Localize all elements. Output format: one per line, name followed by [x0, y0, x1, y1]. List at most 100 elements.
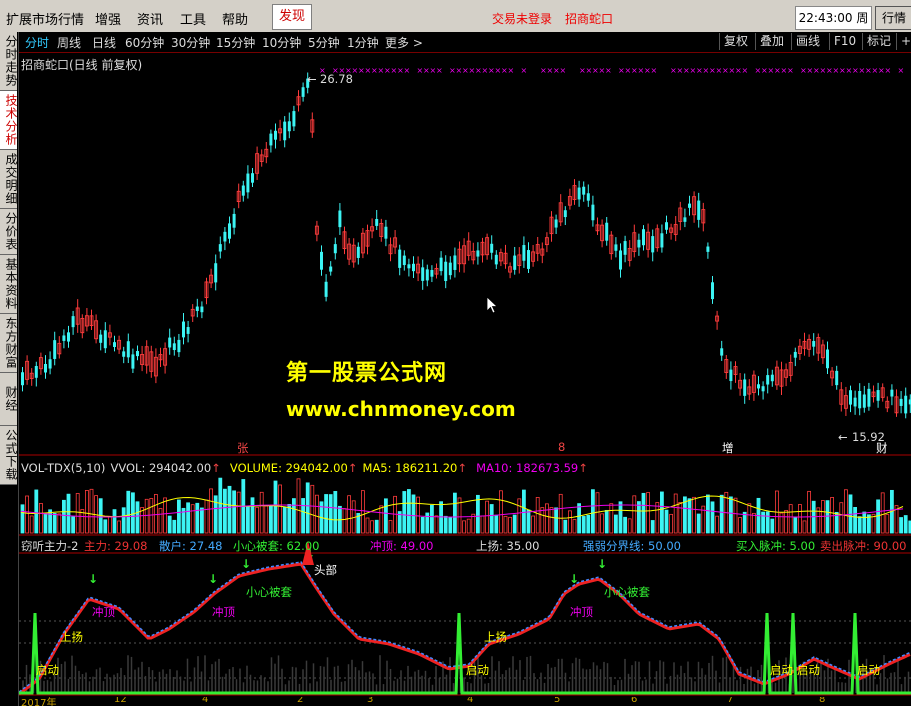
indicator-maichu: 卖出脉冲: 90.00 [820, 539, 907, 553]
kline-candle [623, 235, 627, 263]
pink-marker: × [651, 66, 658, 75]
kline-candle [370, 218, 375, 239]
volume-bar [232, 490, 237, 534]
period-30min[interactable]: 30分钟 [171, 34, 210, 51]
kline-candle [320, 245, 323, 276]
kline-candle [899, 391, 903, 414]
volume-bar [443, 515, 448, 534]
kline-candle [549, 211, 554, 242]
kline-chart[interactable]: ↓↓↓↓↓↓ ×××××××××××××××××××××××××××××××××… [19, 53, 911, 706]
kline-candle [614, 237, 618, 258]
volume-bar [466, 518, 471, 534]
volume-bar [268, 505, 273, 534]
menu-tools[interactable]: 工具 [180, 9, 206, 28]
signal-chongding-1: 冲顶 [92, 605, 115, 619]
tab-finance[interactable]: 财经 [0, 373, 18, 426]
period-week[interactable]: 周线 [57, 34, 81, 51]
tab-profile[interactable]: 基本资料 [0, 255, 18, 314]
kline-candle [572, 179, 577, 205]
stock-name-link[interactable]: 招商蛇口 [565, 10, 613, 27]
period-day[interactable]: 日线 [92, 34, 116, 51]
draw-button[interactable]: 画线 [791, 33, 824, 50]
volume-bar [108, 515, 112, 534]
volume-bar [857, 516, 862, 534]
volume-bar [452, 492, 457, 534]
volume-bar [489, 504, 494, 534]
volume-bar [604, 509, 609, 534]
volume-indicator-name[interactable]: VOL-TDX(5,10) [21, 461, 105, 475]
event-mark-2[interactable]: 8 [558, 440, 565, 454]
period-60min[interactable]: 60分钟 [125, 34, 164, 51]
period-5min[interactable]: 5分钟 [308, 34, 340, 51]
f10-button[interactable]: F10 [829, 33, 860, 50]
event-mark-3[interactable]: 增 [722, 440, 734, 456]
volume-bar [572, 519, 577, 534]
kline-candle [342, 226, 347, 255]
volume-bar [259, 491, 264, 534]
kline-candle [314, 220, 319, 242]
volume-bar [641, 492, 646, 534]
volume-bar [521, 489, 526, 534]
volume-bar [729, 496, 733, 534]
adjust-button[interactable]: 复权 [719, 33, 752, 50]
period-1min[interactable]: 1分钟 [347, 34, 379, 51]
volume-bar [255, 506, 260, 534]
mark-button[interactable]: 标记 [862, 33, 895, 50]
kline-candle [522, 236, 526, 268]
volume-bar [531, 515, 535, 534]
kline-candle [360, 228, 365, 259]
tab-price-table[interactable]: 分价表 [0, 209, 18, 255]
pink-marker: × [898, 66, 905, 75]
volume-bar [761, 511, 765, 534]
volume-bar [595, 492, 600, 534]
kline-candle [351, 238, 356, 268]
tab-technical[interactable]: 技术分析 [0, 91, 18, 150]
volume-bar [475, 494, 480, 534]
volume-bar [742, 511, 747, 534]
period-intraday[interactable]: 分时 [25, 34, 49, 51]
market-button[interactable]: 行情 [875, 6, 911, 30]
trade-login-status[interactable]: 交易未登录 [492, 10, 552, 27]
volume-bar [862, 511, 867, 534]
date-month-b: 2 [297, 697, 304, 705]
buy-arrow-icon: ↓ [569, 572, 579, 586]
indicator-name[interactable]: 窃听主力-2 [21, 538, 78, 554]
kline-candle [425, 264, 429, 287]
event-mark-4[interactable]: 财 [876, 440, 888, 456]
volume-header: VOL-TDX(5,10) VVOL: 294042.00↑ VOLUME: 2… [21, 461, 588, 475]
tab-trades[interactable]: 成交明细 [0, 150, 18, 209]
overlay-button[interactable]: 叠加 [755, 33, 788, 50]
volume-bar [383, 498, 388, 534]
volume-bar [802, 520, 807, 534]
expand-button[interactable]: +| [896, 33, 911, 50]
period-15min[interactable]: 15分钟 [216, 34, 255, 51]
kline-candle [637, 233, 641, 256]
kline-candle [67, 325, 70, 348]
kline-candle [774, 360, 779, 390]
tab-formula-download[interactable]: 公式下载 [0, 426, 18, 485]
menu-extended-market[interactable]: 扩展市场行情 [6, 9, 84, 28]
date-month-a: 4 [202, 697, 209, 705]
menu-news[interactable]: 资讯 [137, 9, 163, 28]
volume-bar [549, 507, 554, 534]
volume-bar [600, 513, 604, 534]
tab-eastmoney[interactable]: 东方财富 [0, 314, 18, 373]
kline-candle [365, 224, 370, 255]
volume-bar [328, 494, 333, 534]
period-more[interactable]: 更多 > [385, 34, 423, 51]
kline-candle [678, 201, 683, 231]
menu-enhance[interactable]: 增强 [95, 9, 121, 28]
period-10min[interactable]: 10分钟 [262, 34, 301, 51]
tab-intraday[interactable]: 分时走势 [0, 32, 18, 91]
kline-candle [779, 361, 784, 396]
kline-candle [117, 335, 122, 354]
kline-candle [885, 396, 890, 413]
menu-discover[interactable]: 发现 [272, 4, 312, 30]
kline-candle [53, 331, 57, 366]
volume-bar [540, 507, 545, 534]
volume-bar [195, 502, 200, 534]
volume-bar [637, 501, 641, 534]
event-mark-1[interactable]: 张 [237, 440, 249, 456]
volume-bar [305, 482, 310, 534]
menu-help[interactable]: 帮助 [222, 9, 248, 28]
